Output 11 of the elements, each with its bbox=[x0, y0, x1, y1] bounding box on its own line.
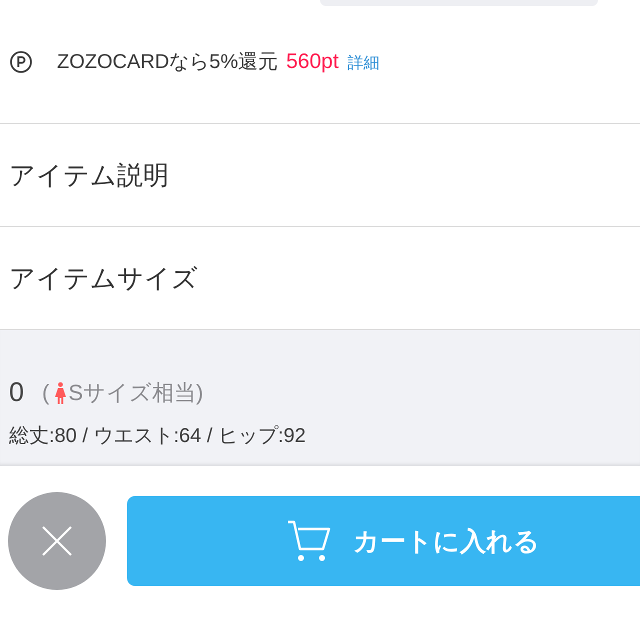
points-text: ZOZOCARDなら5%還元 bbox=[57, 50, 278, 75]
cart-icon bbox=[287, 520, 331, 562]
point-icon bbox=[10, 50, 32, 72]
points-amount: 560pt bbox=[286, 50, 339, 74]
close-icon bbox=[42, 526, 72, 556]
woman-icon bbox=[55, 382, 66, 404]
size-note: Sサイズ相当) bbox=[68, 378, 204, 406]
size-note-paren: ( bbox=[42, 380, 50, 406]
section-heading[interactable]: アイテム説明 bbox=[0, 124, 640, 227]
size-measurements: 総丈:80 / ウエスト:64 / ヒップ:92 bbox=[9, 424, 306, 449]
size-label: 0 bbox=[9, 377, 24, 408]
